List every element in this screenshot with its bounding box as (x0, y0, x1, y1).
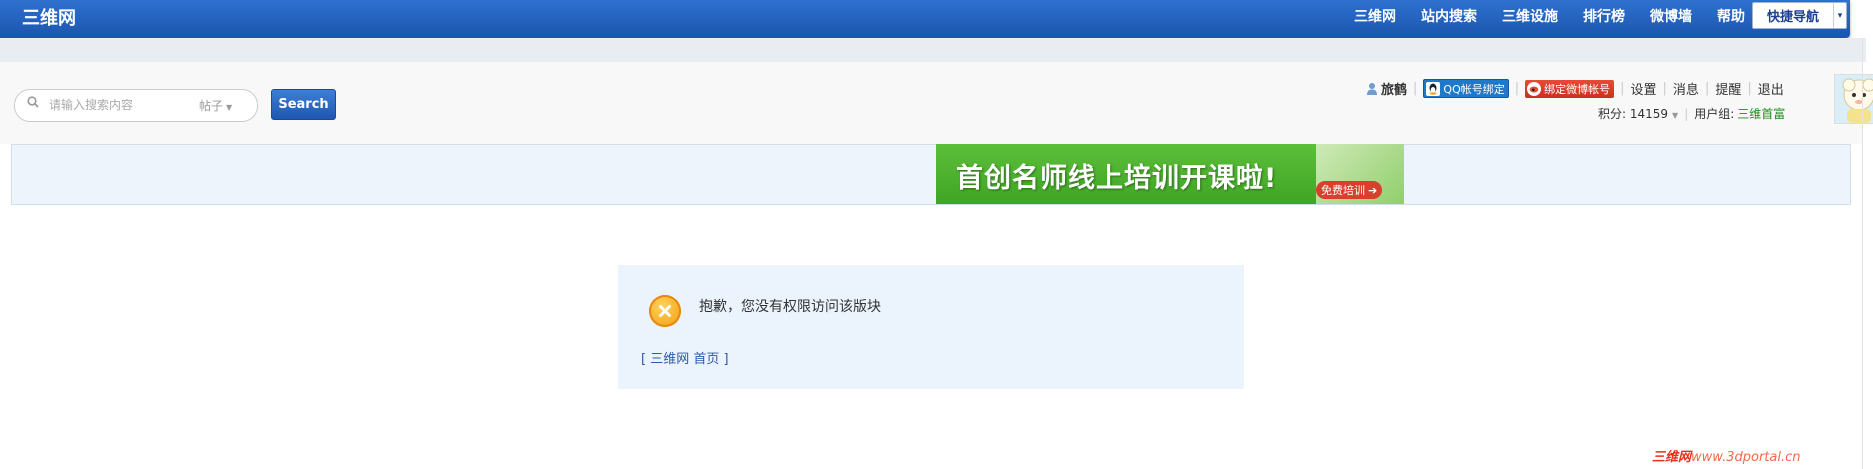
home-link[interactable]: [ 三维网 首页 ] (641, 348, 729, 367)
chevron-down-icon: ▼ (1672, 111, 1679, 120)
divider: | (1514, 81, 1520, 96)
divider: | (1684, 106, 1689, 121)
nav-link-help[interactable]: 帮助 (1717, 6, 1745, 26)
divider: | (1704, 81, 1710, 96)
usergroup-value[interactable]: 三维首富 (1737, 105, 1785, 122)
search-button[interactable]: Search (271, 89, 336, 120)
weibo-bind-button[interactable]: 绑定微博帐号 (1525, 79, 1615, 98)
page-border (1862, 38, 1863, 469)
qq-bind-button[interactable]: QQ帐号绑定 (1423, 79, 1509, 98)
weibo-icon (1527, 81, 1542, 96)
banner-text: 首创名师线上培训开课啦! (956, 163, 1278, 194)
message-text: 抱歉，您没有权限访问该版块 (699, 299, 881, 315)
usergroup-label: 用户组: (1694, 107, 1735, 121)
credits-label: 积分: 14159 (1598, 107, 1669, 121)
banner-ad[interactable]: 首创名师线上培训开课啦! 免费培训 ➔ (936, 144, 1404, 204)
avatar-sheep-icon (1835, 75, 1873, 123)
weibo-bind-label: 绑定微博帐号 (1544, 82, 1611, 96)
user-links-row: 旅鹤 | QQ帐号绑定 | 绑定微博帐号 | 设置 | 消息 | 提醒 | 退出 (1366, 79, 1784, 98)
nav-link-home[interactable]: 三维网 (1354, 6, 1396, 26)
header-area: 帖子▼ Search 旅鹤 | QQ帐号绑定 | 绑定微博帐号 | 设置 | 消… (0, 62, 1873, 144)
nav-link-ranking[interactable]: 排行榜 (1583, 6, 1625, 26)
watermark: 三维网www.3dportal.cn (1652, 446, 1800, 465)
notifications-link[interactable]: 提醒 (1715, 79, 1741, 98)
divider: | (1413, 81, 1418, 96)
search-scope-select[interactable]: 帖子 ▼ (199, 97, 232, 114)
site-logo[interactable]: 三维网 (22, 4, 76, 30)
messages-link[interactable]: 消息 (1673, 79, 1699, 98)
watermark-brand: 三维网 (1652, 450, 1692, 465)
error-icon (649, 295, 681, 327)
banner-badge-label: 免费培训 (1321, 184, 1365, 197)
username-link[interactable]: 旅鹤 (1381, 79, 1407, 98)
divider: | (1662, 81, 1667, 96)
banner-strip (11, 144, 1851, 205)
quick-nav-dropdown[interactable]: 快捷导航 ▾ (1752, 2, 1847, 29)
banner-badge: 免费培训 ➔ (1316, 181, 1383, 199)
chevron-down-icon: ▼ (226, 103, 233, 112)
chevron-down-icon[interactable]: ▾ (1833, 3, 1846, 28)
avatar[interactable] (1834, 74, 1873, 124)
credits-menu[interactable]: 积分: 14159 ▼ (1598, 105, 1678, 122)
nav-link-site-search[interactable]: 站内搜索 (1421, 6, 1477, 26)
quick-nav-label: 快捷导航 (1766, 10, 1819, 25)
arrow-right-icon: ➔ (1368, 183, 1378, 197)
settings-link[interactable]: 设置 (1631, 79, 1657, 98)
top-nav-links: 三维网 站内搜索 三维设施 排行榜 微博墙 帮助 (1354, 6, 1770, 26)
nav-link-weibo-wall[interactable]: 微博墙 (1650, 6, 1692, 26)
user-stats-row: 积分: 14159 ▼ | 用户组: 三维首富 (1598, 105, 1785, 122)
logout-link[interactable]: 退出 (1758, 79, 1784, 98)
qq-bind-label: QQ帐号绑定 (1443, 82, 1505, 96)
search-icon (27, 96, 39, 108)
watermark-url: www.3dportal.cn (1691, 450, 1801, 465)
header-spacer (0, 38, 1866, 62)
nav-link-facilities[interactable]: 三维设施 (1502, 6, 1558, 26)
search-input[interactable] (49, 96, 189, 114)
search-scope-label: 帖子 (199, 99, 224, 113)
search-box: 帖子▼ (14, 89, 258, 122)
qq-penguin-icon (1426, 81, 1441, 96)
message-box: 抱歉，您没有权限访问该版块 [ 三维网 首页 ] (618, 265, 1244, 389)
top-nav-bar: 三维网 三维网 站内搜索 三维设施 排行榜 微博墙 帮助 快捷导航 ▾ (0, 0, 1850, 38)
user-icon (1367, 83, 1377, 95)
divider: | (1620, 81, 1625, 96)
divider: | (1747, 81, 1752, 96)
